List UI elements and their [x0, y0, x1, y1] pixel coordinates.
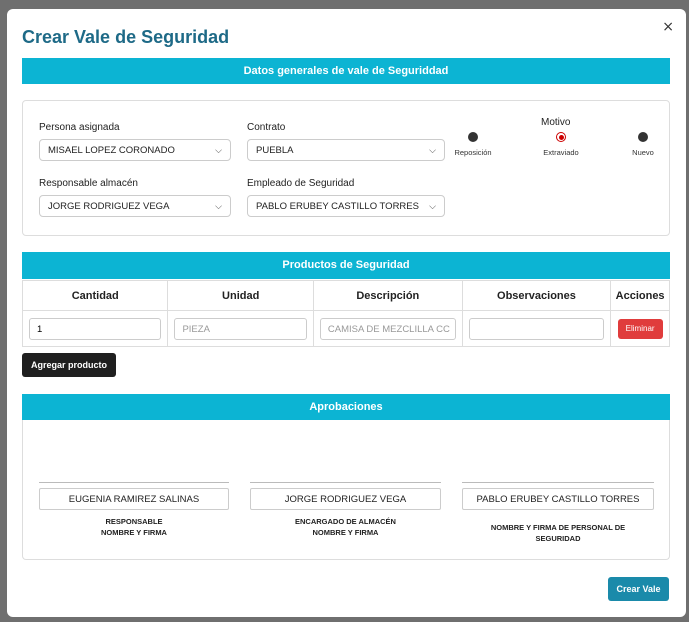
- chevron-down-icon: ⌵: [429, 202, 436, 212]
- signature-role: RESPONSABLE: [105, 517, 163, 526]
- chevron-down-icon: ⌵: [215, 202, 222, 212]
- column-header-descripcion: Descripción: [312, 280, 463, 311]
- persona-label: Persona asignada: [39, 122, 120, 133]
- empleado-value: PABLO ERUBEY CASTILLO TORRES: [256, 201, 419, 212]
- close-icon[interactable]: ×: [662, 19, 674, 35]
- observaciones-input[interactable]: [468, 317, 605, 340]
- radio-selected-icon: [556, 132, 566, 142]
- contrato-value: PUEBLA: [256, 145, 294, 156]
- signature-role: ENCARGADO DE ALMACÉN: [295, 517, 396, 526]
- chevron-down-icon: ⌵: [215, 146, 222, 156]
- signature-line: [39, 482, 229, 483]
- create-voucher-button[interactable]: Crear Vale: [608, 577, 669, 601]
- products-section-header: Productos de Seguridad: [22, 252, 670, 279]
- signature-subrole: NOMBRE Y FIRMA: [312, 528, 379, 537]
- modal-dialog: × Crear Vale de Seguridad Datos generale…: [7, 9, 686, 617]
- modal-title: Crear Vale de Seguridad: [22, 27, 230, 47]
- signature-subrole: NOMBRE Y FIRMA: [101, 528, 167, 537]
- general-card: Persona asignada MISAEL LOPEZ CORONADO ⌵…: [22, 100, 670, 236]
- empleado-label: Empleado de Seguridad: [247, 178, 355, 189]
- signature-line: [250, 482, 441, 483]
- signature-name: PABLO ERUBEY CASTILLO TORRES: [462, 488, 654, 510]
- signature-role: NOMBRE Y FIRMA DE PERSONAL DE: [490, 523, 626, 532]
- signature-caption: RESPONSABLE NOMBRE Y FIRMA: [39, 516, 229, 538]
- cantidad-input[interactable]: 1: [29, 317, 162, 340]
- table-row: 1 PIEZA CAMISA DE MEZCLILLA CC Eliminar: [21, 310, 670, 347]
- persona-select[interactable]: MISAEL LOPEZ CORONADO ⌵: [39, 139, 231, 161]
- responsable-value: JORGE RODRIGUEZ VEGA: [48, 201, 170, 212]
- column-header-observaciones: Observaciones: [461, 280, 612, 311]
- radio-label: Extraviado: [543, 148, 579, 157]
- radio-icon: [468, 132, 478, 142]
- delete-button[interactable]: Eliminar: [617, 318, 663, 339]
- signature-subrole: SEGURIDAD: [535, 534, 581, 543]
- signature-name: EUGENIA RAMIREZ SALINAS: [39, 488, 229, 510]
- add-product-button[interactable]: Agregar producto: [22, 353, 116, 377]
- products-table: Cantidad Unidad Descripción Observacione…: [21, 280, 670, 347]
- column-header-cantidad: Cantidad: [21, 280, 169, 311]
- radio-label: Reposición: [454, 148, 492, 157]
- signature-name: JORGE RODRIGUEZ VEGA: [250, 488, 441, 510]
- approvals-section-header: Aprobaciones: [22, 394, 670, 420]
- motivo-label: Motivo: [541, 117, 571, 128]
- empleado-select[interactable]: PABLO ERUBEY CASTILLO TORRES ⌵: [247, 195, 445, 217]
- signature-line: [462, 482, 654, 483]
- column-header-acciones: Acciones: [610, 280, 670, 311]
- radio-icon: [638, 132, 648, 142]
- contrato-select[interactable]: PUEBLA ⌵: [247, 139, 445, 161]
- radio-label: Nuevo: [632, 148, 654, 157]
- descripcion-field: CAMISA DE MEZCLILLA CC: [319, 317, 456, 340]
- general-section-header: Datos generales de vale de Seguriddad: [22, 58, 670, 84]
- persona-value: MISAEL LOPEZ CORONADO: [48, 145, 175, 156]
- radio-nuevo[interactable]: Nuevo: [613, 132, 673, 157]
- column-header-unidad: Unidad: [167, 280, 314, 311]
- signature-caption: NOMBRE Y FIRMA DE PERSONAL DE SEGURIDAD: [462, 522, 654, 544]
- chevron-down-icon: ⌵: [429, 146, 436, 156]
- approvals-card: EUGENIA RAMIREZ SALINAS RESPONSABLE NOMB…: [22, 420, 670, 560]
- responsable-label: Responsable almacén: [39, 178, 138, 189]
- signature-caption: ENCARGADO DE ALMACÉN NOMBRE Y FIRMA: [250, 516, 441, 538]
- unidad-field: PIEZA: [174, 317, 307, 340]
- radio-extraviado[interactable]: Extraviado: [531, 132, 591, 157]
- contrato-label: Contrato: [247, 122, 286, 133]
- radio-reposicion[interactable]: Reposición: [443, 132, 503, 157]
- responsable-select[interactable]: JORGE RODRIGUEZ VEGA ⌵: [39, 195, 231, 217]
